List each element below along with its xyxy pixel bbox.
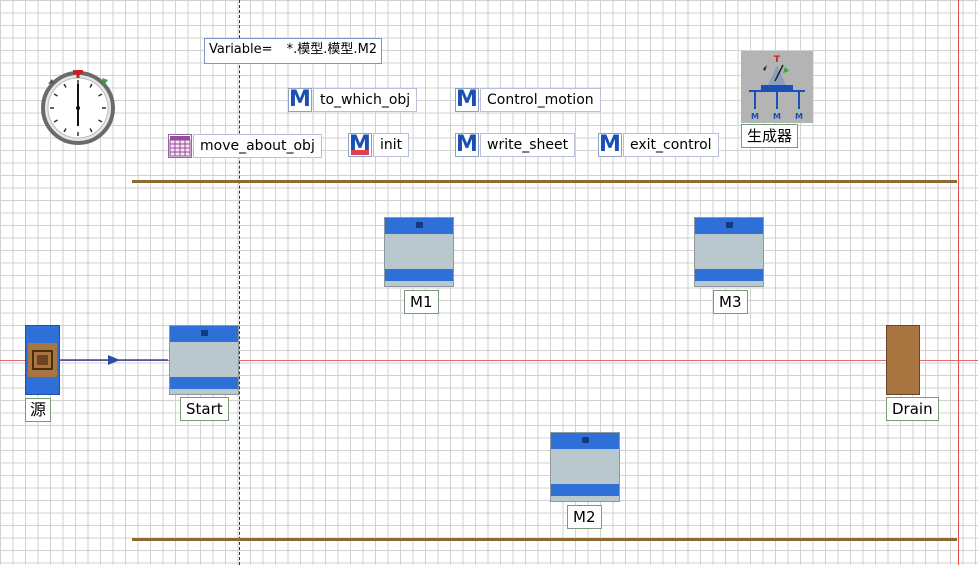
- method-write-sheet[interactable]: M write_sheet: [455, 133, 576, 157]
- method-icon: M: [288, 88, 312, 112]
- clock-icon[interactable]: [38, 68, 118, 148]
- method-icon: M: [348, 133, 372, 157]
- method-label: exit_control: [623, 133, 719, 157]
- station-m3[interactable]: [694, 217, 764, 287]
- station-slot-icon: [416, 222, 423, 228]
- station-m1-label: M1: [404, 290, 439, 314]
- station-header-band: [170, 326, 238, 342]
- station-base-band: [385, 269, 453, 281]
- station-header-band: [385, 218, 453, 234]
- station-m3-label: M3: [713, 290, 748, 314]
- source-icon: [28, 343, 57, 377]
- station-slot-icon: [582, 437, 589, 443]
- dashed-guide-line: [239, 0, 240, 565]
- generator-label: 生成器: [741, 124, 799, 148]
- station-m2[interactable]: [550, 432, 620, 502]
- svg-text:M: M: [773, 112, 781, 121]
- method-label: write_sheet: [480, 133, 576, 157]
- svg-text:M: M: [751, 112, 759, 121]
- drain-icon[interactable]: [886, 325, 920, 395]
- source-object[interactable]: [25, 325, 60, 395]
- table-icon: [168, 134, 192, 158]
- station-start[interactable]: [169, 325, 239, 395]
- method-label: to_which_obj: [313, 88, 418, 112]
- method-control-motion[interactable]: M Control_motion: [455, 88, 601, 112]
- method-to-which-obj[interactable]: M to_which_obj: [288, 88, 418, 112]
- station-header-band: [551, 433, 619, 449]
- bottom-rail: [132, 538, 957, 541]
- station-m2-label: M2: [567, 505, 602, 529]
- variable-value: *.模型.模型.M2: [286, 42, 378, 57]
- station-slot-icon: [201, 330, 208, 336]
- method-exit-control[interactable]: M exit_control: [598, 133, 719, 157]
- table-move-about-obj[interactable]: move_about_obj: [168, 134, 322, 158]
- svg-text:M: M: [795, 112, 803, 121]
- connector-arrow-icon: [60, 355, 168, 365]
- station-header-band: [695, 218, 763, 234]
- method-icon: M: [598, 133, 622, 157]
- variable-box[interactable]: Variable= *.模型.模型.M2: [204, 38, 383, 64]
- method-label: Control_motion: [480, 88, 601, 112]
- station-start-label: Start: [180, 397, 229, 421]
- table-label: move_about_obj: [193, 134, 322, 158]
- method-icon: M: [455, 133, 479, 157]
- method-icon: M: [455, 88, 479, 112]
- station-base-band: [551, 484, 619, 496]
- top-rail: [132, 180, 957, 183]
- station-slot-icon: [726, 222, 733, 228]
- generator-icon: T M M M: [749, 55, 805, 121]
- method-label: init: [373, 133, 410, 157]
- station-base-band: [695, 269, 763, 281]
- station-m1[interactable]: [384, 217, 454, 287]
- svg-text:T: T: [774, 55, 781, 65]
- variable-label: Variable=: [209, 42, 273, 57]
- vertical-guide-line-right: [958, 0, 959, 565]
- drain-label: Drain: [886, 397, 939, 421]
- method-init[interactable]: M init: [348, 133, 410, 157]
- generator-object[interactable]: T M M M: [741, 51, 813, 123]
- source-label: 源: [25, 398, 52, 422]
- station-base-band: [170, 377, 238, 389]
